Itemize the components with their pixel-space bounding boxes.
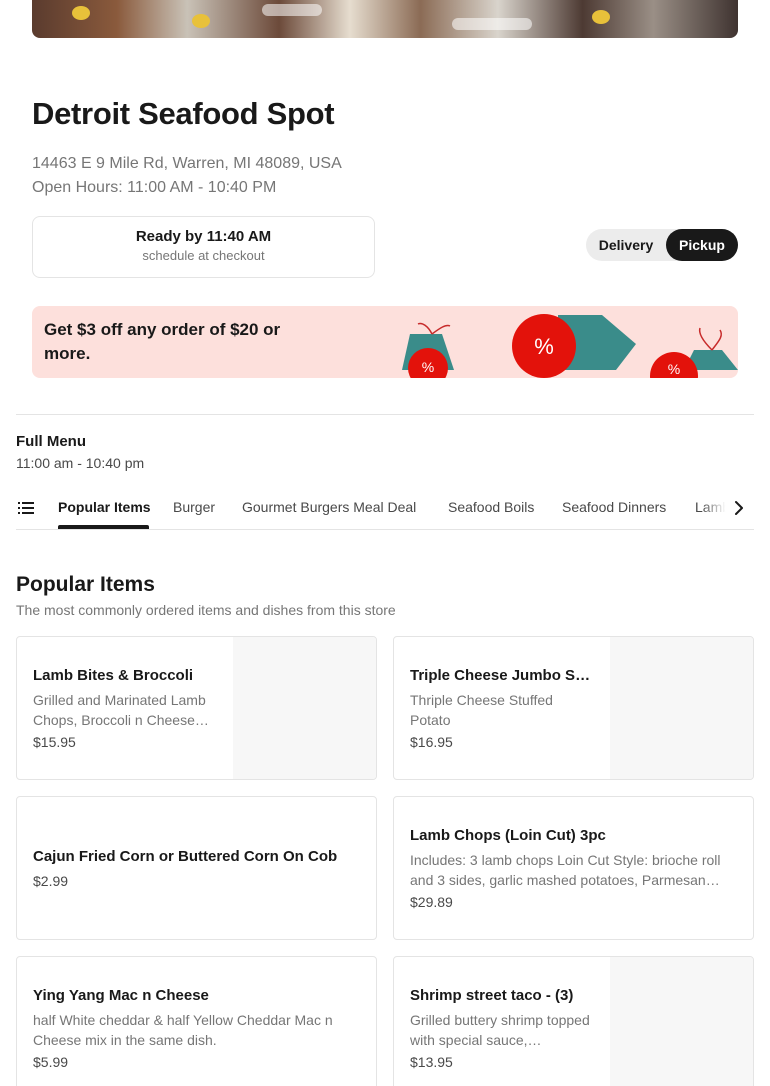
item-name: Lamb Bites & Broccoli	[33, 666, 194, 684]
tab-gourmet-burgers-meal-deal[interactable]: Gourmet Burgers Meal Deal	[242, 499, 416, 515]
schedule-note: schedule at checkout	[142, 248, 265, 263]
store-hero-image	[32, 0, 738, 38]
svg-text:%: %	[668, 361, 680, 377]
svg-text:%: %	[534, 334, 554, 359]
tab-seafood-boils[interactable]: Seafood Boils	[448, 499, 534, 515]
item-name: Triple Cheese Jumbo Sh…	[410, 666, 596, 684]
item-description: half White cheddar & half Yellow Cheddar…	[33, 1011, 333, 1048]
item-description: Thriple Cheese Stuffed Potato	[410, 691, 553, 728]
section-divider	[16, 414, 754, 415]
menu-item-card[interactable]: Ying Yang Mac n Cheese half White chedda…	[16, 956, 377, 1086]
item-description: Includes: 3 lamb chops Loin Cut Style: b…	[410, 851, 721, 888]
category-tabs: Popular Items Burger Gourmet Burgers Mea…	[16, 488, 754, 530]
promo-text: Get $3 off any order of $20 or more.	[44, 320, 281, 363]
menu-item-card[interactable]: Lamb Bites & Broccoli Grilled and Marina…	[16, 636, 377, 780]
delivery-option[interactable]: Delivery	[586, 229, 666, 261]
svg-text:%: %	[422, 359, 434, 375]
item-name: Ying Yang Mac n Cheese	[33, 986, 209, 1004]
item-price: $16.95	[410, 733, 453, 750]
ready-time: Ready by 11:40 AM	[135, 228, 272, 245]
pickup-option[interactable]: Pickup	[666, 229, 738, 261]
item-name: Cajun Fried Corn or Buttered Corn On Cob	[33, 847, 338, 865]
item-image-placeholder	[233, 637, 376, 779]
item-description: Grilled and Marinated Lamb Chops, Brocco…	[33, 691, 209, 728]
promo-banner[interactable]: Get $3 off any order of $20 or more. % %…	[32, 306, 738, 378]
menu-item-card[interactable]: Triple Cheese Jumbo Sh… Thriple Cheese S…	[393, 636, 754, 780]
item-description: Grilled buttery shrimp topped with speci…	[410, 1011, 590, 1048]
item-price: $5.99	[33, 1053, 69, 1070]
menu-item-card[interactable]: Cajun Fried Corn or Buttered Corn On Cob…	[16, 796, 377, 940]
tab-burger[interactable]: Burger	[173, 499, 215, 515]
ready-time-selector[interactable]: Ready by 11:40 AM schedule at checkout	[32, 216, 375, 278]
menu-item-card[interactable]: Shrimp street taco - (3) Grilled buttery…	[393, 956, 754, 1086]
section-subtitle: The most commonly ordered items and dish…	[16, 602, 396, 618]
item-image-placeholder	[610, 637, 753, 779]
menu-hours: 11:00 am - 10:40 pm	[16, 455, 145, 471]
active-tab-indicator	[58, 525, 149, 529]
store-address: 14463 E 9 Mile Rd, Warren, MI 48089, USA	[32, 155, 342, 172]
item-name: Shrimp street taco - (3)	[410, 986, 574, 1004]
promo-illustration: % % %	[402, 314, 738, 378]
store-open-hours: Open Hours: 11:00 AM - 10:40 PM	[32, 179, 277, 196]
tab-popular-items[interactable]: Popular Items	[58, 499, 151, 515]
store-name: Detroit Seafood Spot	[32, 96, 335, 131]
menu-title: Full Menu	[16, 433, 86, 450]
item-name: Lamb Chops (Loin Cut) 3pc	[410, 826, 606, 844]
item-price: $29.89	[410, 893, 453, 910]
item-image-placeholder	[610, 957, 753, 1086]
item-price: $15.95	[33, 733, 76, 750]
section-title: Popular Items	[16, 573, 155, 596]
menu-item-card[interactable]: Lamb Chops (Loin Cut) 3pc Includes: 3 la…	[393, 796, 754, 940]
item-price: $13.95	[410, 1053, 453, 1070]
chevron-right-icon[interactable]	[729, 498, 749, 518]
tab-seafood-dinners[interactable]: Seafood Dinners	[562, 499, 666, 515]
fulfillment-toggle[interactable]: Delivery Pickup	[586, 229, 738, 261]
item-price: $2.99	[33, 872, 69, 889]
list-icon[interactable]	[16, 498, 36, 518]
